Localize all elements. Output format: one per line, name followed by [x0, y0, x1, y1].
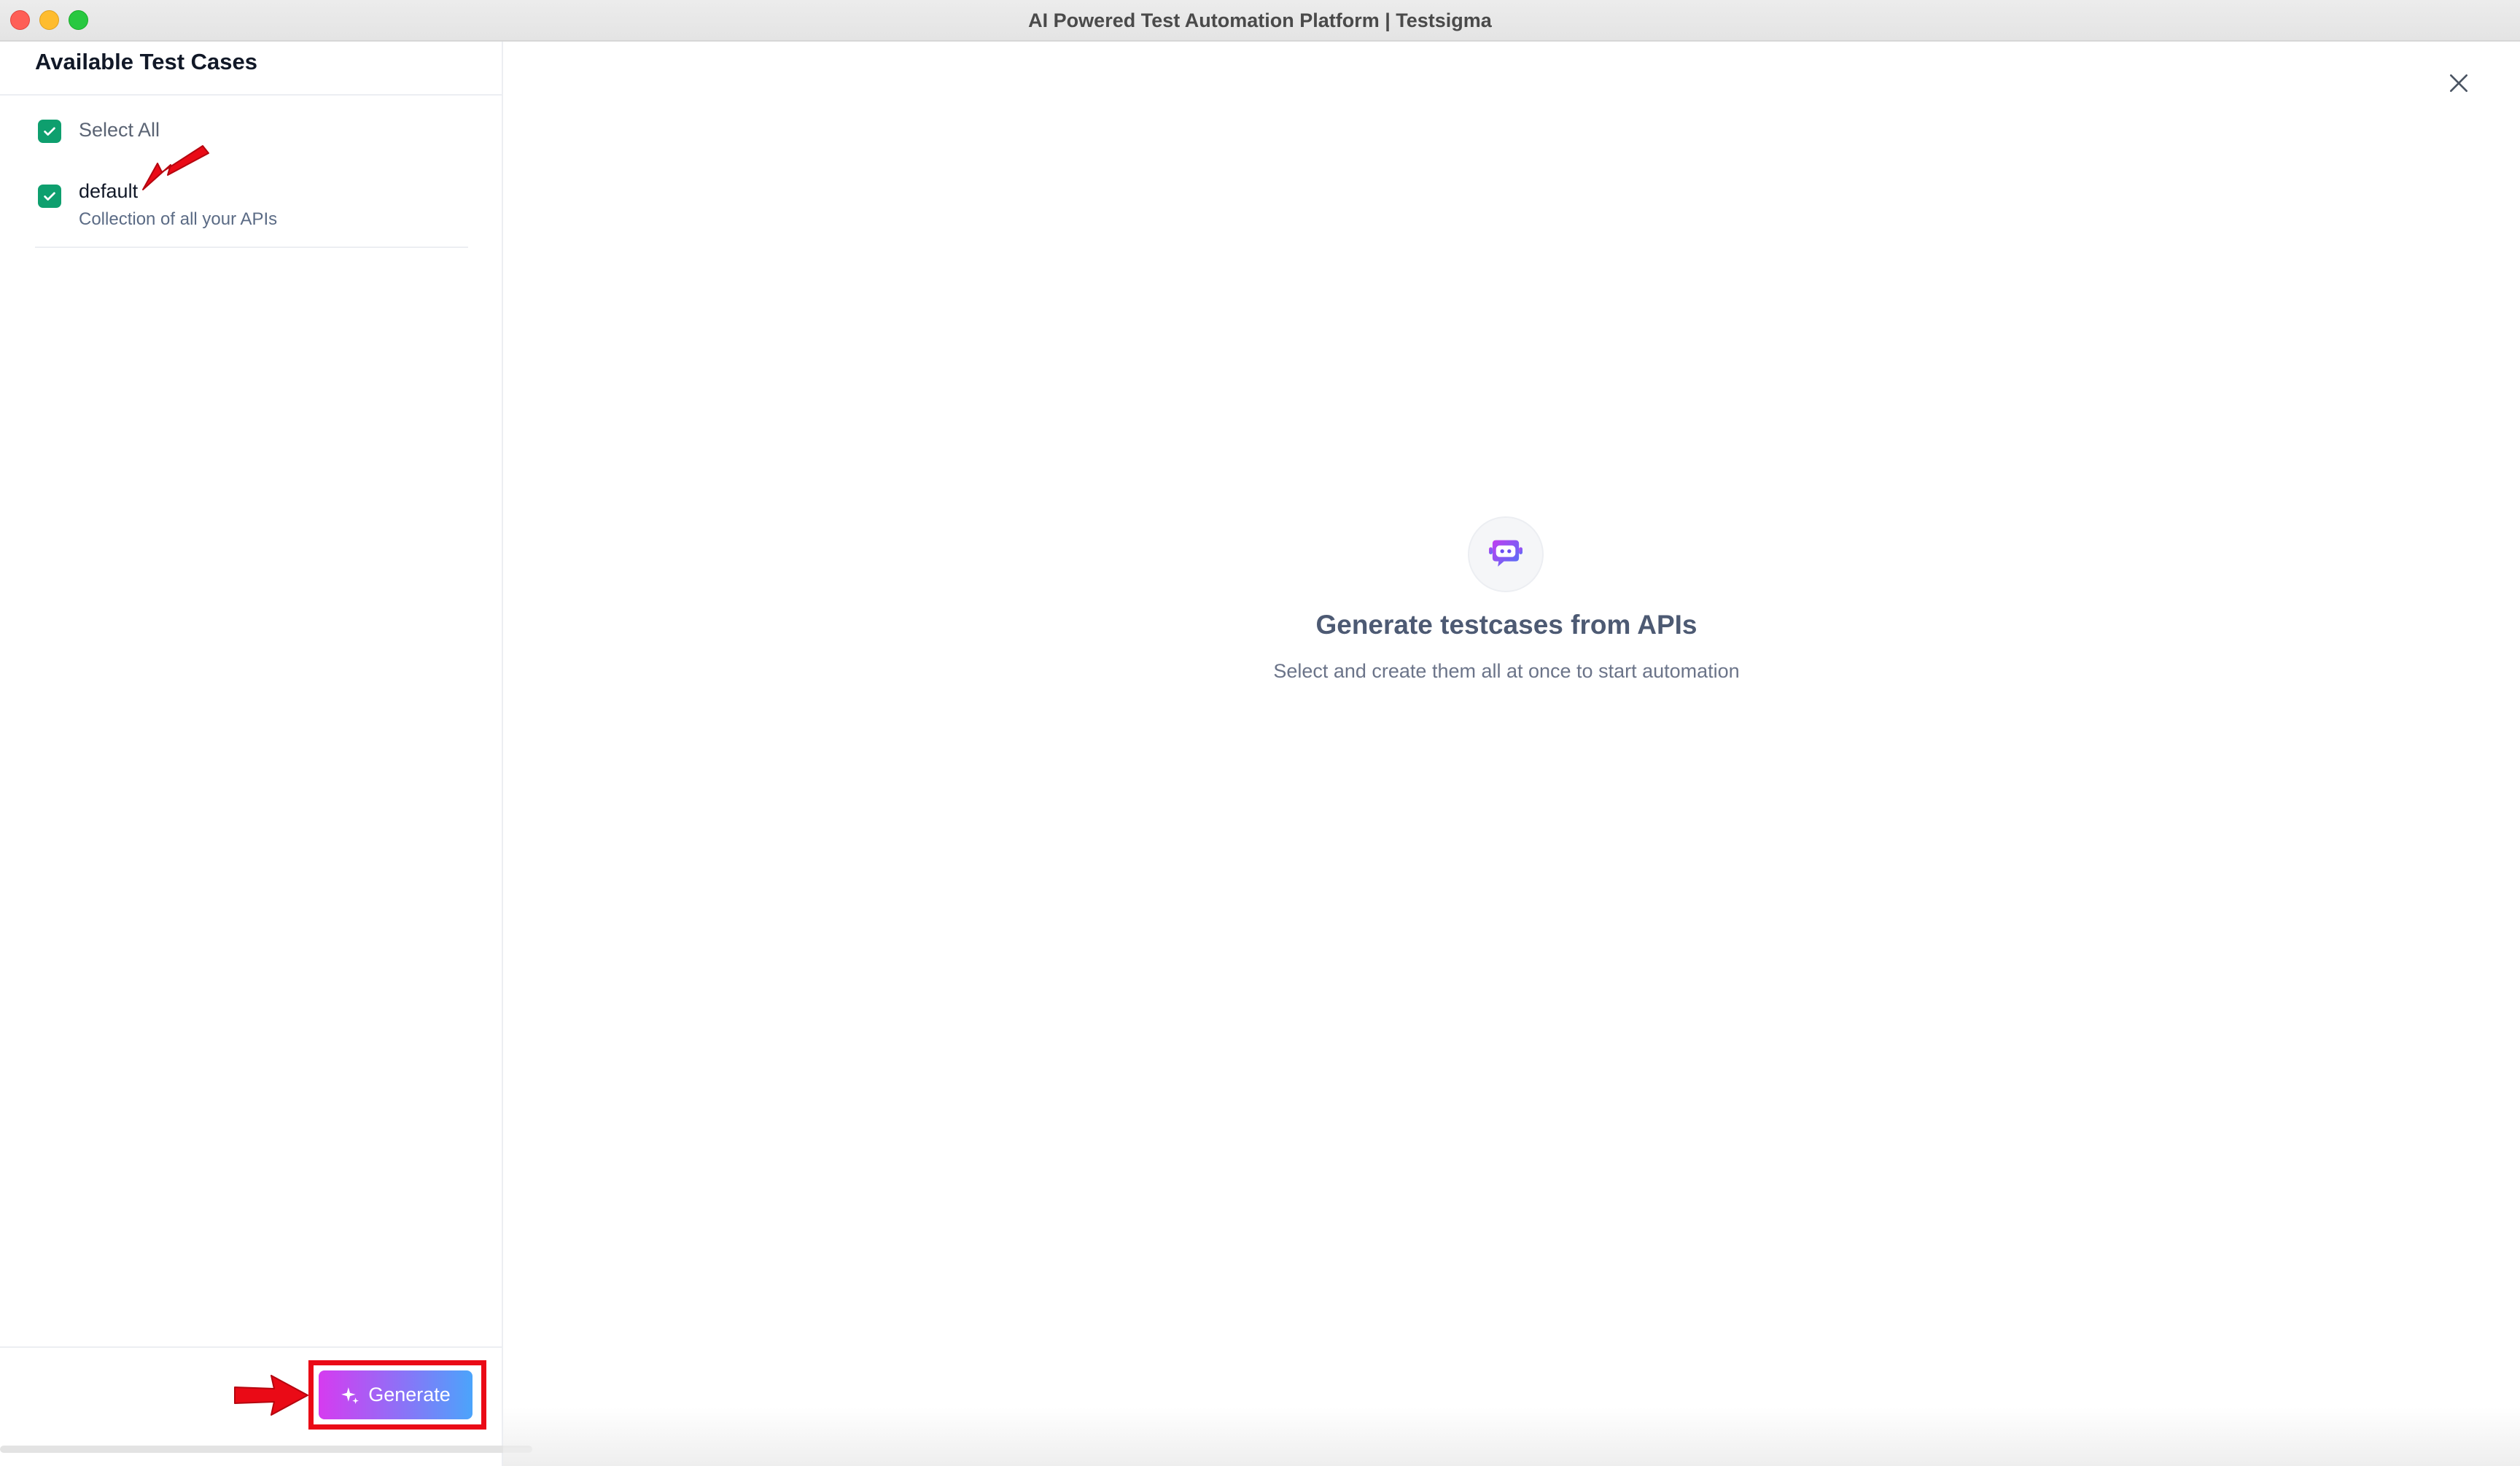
test-case-name[interactable]: default — [79, 180, 138, 203]
annotation-arrow-icon — [234, 1375, 308, 1416]
divider — [0, 1346, 502, 1348]
empty-state-subtitle: Select and create them all at once to st… — [1273, 660, 1740, 682]
empty-state-title: Generate testcases from APIs — [1315, 610, 1698, 640]
test-case-panel: Available Test Cases Select All default … — [0, 42, 503, 1466]
window-titlebar: AI Powered Test Automation Platform | Te… — [0, 0, 2520, 42]
test-case-description: Collection of all your APIs — [79, 209, 278, 229]
divider — [0, 94, 502, 96]
bottom-edge-shadow — [503, 1408, 2520, 1466]
chatbot-icon — [1489, 540, 1522, 567]
close-icon — [2450, 74, 2468, 92]
empty-state-icon-container — [1468, 516, 1544, 592]
panel-title: Available Test Cases — [35, 49, 257, 74]
select-all-label[interactable]: Select All — [79, 119, 160, 141]
sparkle-icon — [341, 1387, 359, 1404]
divider — [35, 247, 468, 248]
window-title: AI Powered Test Automation Platform | Te… — [1028, 9, 1492, 31]
close-panel-button[interactable] — [2443, 67, 2475, 99]
annotation-arrow-icon — [142, 145, 209, 190]
test-case-checkbox-default[interactable] — [38, 185, 61, 208]
select-all-checkbox[interactable] — [38, 120, 61, 143]
check-icon — [44, 192, 55, 201]
generate-button-label: Generate — [368, 1384, 451, 1405]
horizontal-scrollbar[interactable] — [0, 1446, 532, 1453]
generate-button[interactable]: Generate — [319, 1370, 472, 1419]
check-icon — [44, 127, 55, 136]
